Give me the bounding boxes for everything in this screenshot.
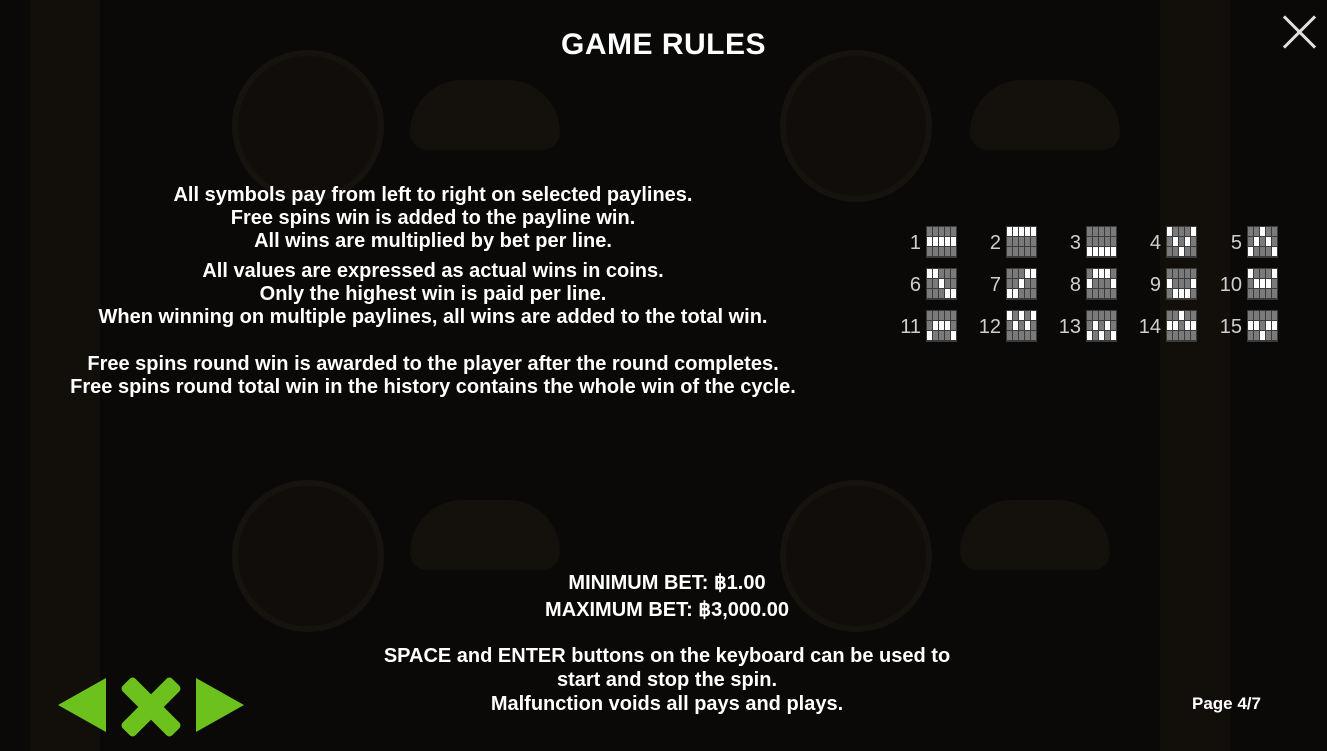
payline-number: 10 [1219, 274, 1242, 296]
minimum-bet: MINIMUM BET: ฿1.00 [568, 572, 766, 594]
payline-number: 4 [1149, 232, 1161, 254]
rule-line: All values are expressed as actual wins … [202, 260, 664, 282]
payline-pattern-icon [1247, 226, 1278, 258]
rule-line: Free spins win is added to the payline w… [230, 207, 636, 229]
payline-number: 2 [989, 232, 1001, 254]
bet-limits: MINIMUM BET: ฿1.00 MAXIMUM BET: ฿3,000.0… [0, 570, 1327, 624]
rules-group-payout: All symbols pay from left to right on se… [0, 184, 866, 253]
page-title: GAME RULES [560, 28, 766, 61]
payline-number: 13 [1058, 316, 1081, 338]
close-icon[interactable] [1280, 12, 1320, 52]
payline-5: 5 [1168, 226, 1278, 260]
note-line: SPACE and ENTER buttons on the keyboard … [383, 645, 951, 667]
rules-group-values: All values are expressed as actual wins … [0, 260, 866, 329]
payline-number: 11 [900, 316, 921, 338]
rule-line: All symbols pay from left to right on se… [173, 184, 693, 206]
arrow-right-icon[interactable] [196, 678, 244, 732]
payline-number: 15 [1219, 316, 1242, 338]
payline-number: 6 [909, 274, 921, 296]
payline-number: 12 [978, 316, 1001, 338]
payline-10: 10 [1168, 268, 1278, 302]
payline-number: 8 [1069, 274, 1081, 296]
rule-line: Only the highest win is paid per line. [259, 283, 607, 305]
payline-15: 15 [1168, 310, 1278, 344]
payline-number: 5 [1230, 232, 1242, 254]
page-indicator: Page 4/7 [1192, 694, 1261, 713]
x-icon[interactable] [122, 678, 180, 736]
payline-pattern-icon [1247, 310, 1278, 342]
payline-number: 7 [989, 274, 1001, 296]
maximum-bet: MAXIMUM BET: ฿3,000.00 [545, 599, 789, 621]
rule-line: When winning on multiple paylines, all w… [98, 306, 768, 328]
rule-line: Free spins round win is awarded to the p… [87, 353, 779, 375]
payline-pattern-icon [1247, 268, 1278, 300]
rule-line: All wins are multiplied by bet per line. [254, 230, 612, 252]
rules-group-free-spins: Free spins round win is awarded to the p… [0, 353, 866, 399]
payline-number: 1 [909, 232, 921, 254]
payline-number: 14 [1138, 316, 1161, 338]
payline-number: 3 [1069, 232, 1081, 254]
payline-number: 9 [1149, 274, 1161, 296]
arrow-left-icon[interactable] [58, 678, 106, 732]
rule-line: Free spins round total win in the histor… [70, 376, 796, 398]
